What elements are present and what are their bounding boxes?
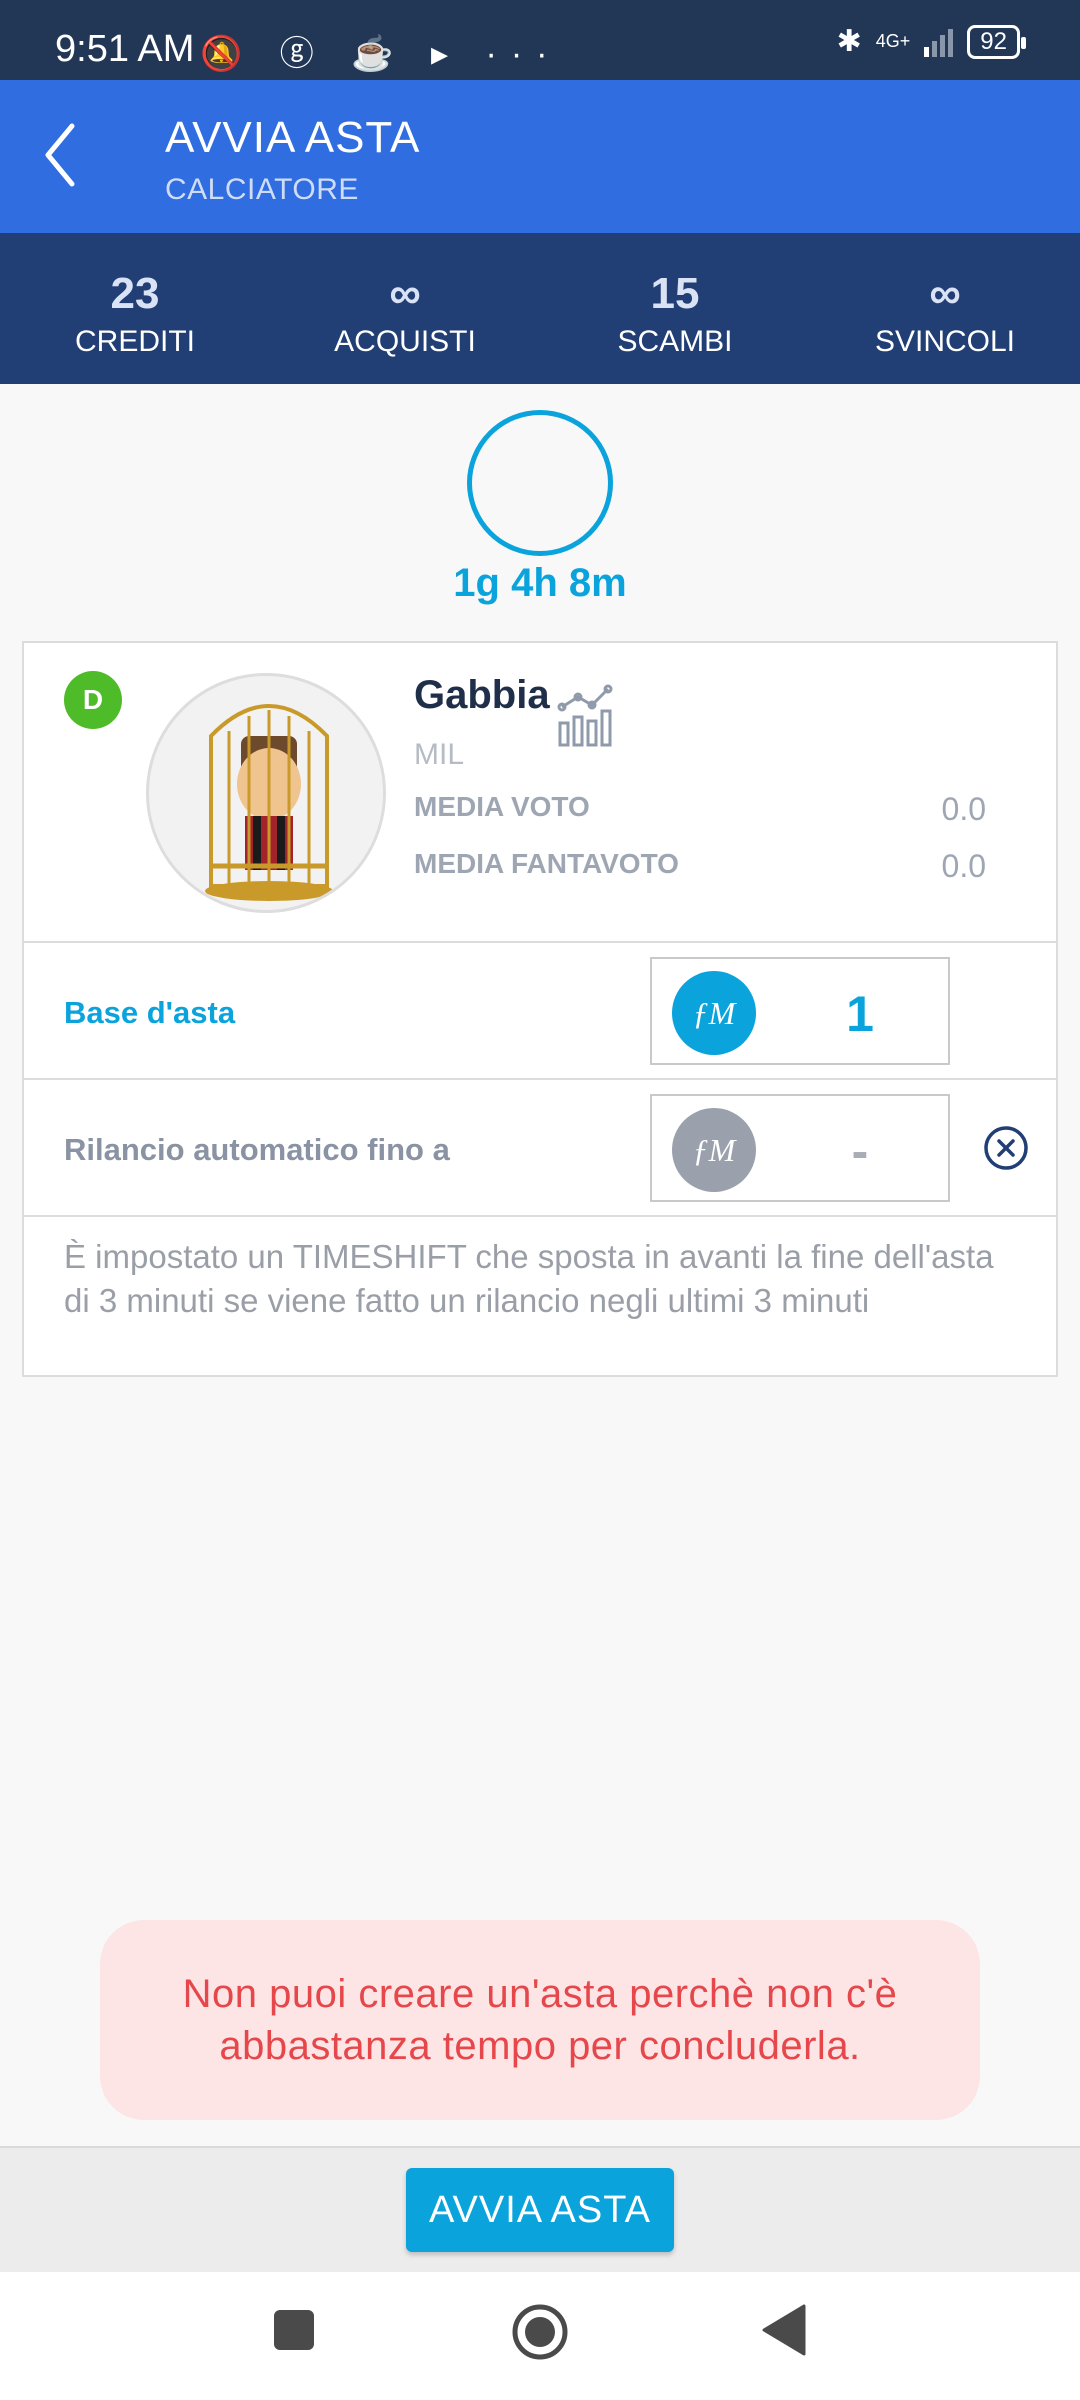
network-label: 4G+: [875, 31, 911, 51]
stat-value: ∞: [929, 269, 961, 318]
stats-bar: 23 CREDITI ∞ ACQUISTI 15 SCAMBI ∞ SVINCO…: [0, 233, 1080, 384]
system-nav-bar: [0, 2272, 1080, 2400]
player-row: D Gabbia MIL MEDIA VOTO 0.0 MEDIA FANTAV…: [24, 643, 1056, 943]
player-name: Gabbia: [414, 673, 550, 717]
stat-label: ACQUISTI: [334, 325, 476, 358]
toast-line: abbastanza tempo per concluderla.: [219, 2024, 861, 2068]
stat-acquisti: ∞ ACQUISTI: [270, 233, 540, 384]
page-title: AVVIA ASTA: [165, 113, 421, 162]
avvia-asta-button[interactable]: AVVIA ASTA: [406, 2168, 674, 2252]
rilancio-value: -: [851, 1123, 869, 1179]
media-fantavoto-value: 0.0: [941, 848, 986, 884]
signal-icon: [924, 27, 954, 57]
bottom-action-bar: AVVIA ASTA: [0, 2146, 1080, 2272]
role-badge: D: [64, 671, 122, 729]
base-asta-row: Base d'asta ƒM 1: [24, 943, 1056, 1080]
status-right: ✱ 4G+ 92: [836, 24, 1026, 59]
base-asta-label: Base d'asta: [64, 995, 236, 1030]
stat-label: SCAMBI: [617, 325, 733, 358]
status-time: 9:51 AM: [55, 28, 195, 70]
app-bar: AVVIA ASTA CALCIATORE: [0, 80, 1080, 233]
fantamoney-icon: ƒM: [672, 971, 756, 1055]
bluetooth-icon: ✱: [836, 25, 862, 58]
caged-player-illustration: [205, 704, 333, 901]
media-voto-label: MEDIA VOTO: [414, 791, 590, 822]
rilancio-row: Rilancio automatico fino a ƒM -: [24, 1080, 1056, 1217]
media-fantavoto-label: MEDIA FANTAVOTO: [414, 848, 679, 879]
stat-value: 15: [650, 269, 700, 318]
fantamoney-icon: ƒM: [672, 1108, 756, 1192]
toast-line: Non puoi creare un'asta perchè non c'è: [182, 1972, 898, 2016]
stat-scambi: 15 SCAMBI: [540, 233, 810, 384]
stat-label: CREDITI: [75, 325, 195, 358]
battery-icon: 92: [967, 24, 1026, 59]
timer-text: 1g 4h 8m: [453, 561, 627, 605]
stat-svincoli: ∞ SVINCOLI: [810, 233, 1080, 384]
media-voto-value: 0.0: [941, 791, 986, 827]
timeshift-info: È impostato un TIMESHIFT che sposta in a…: [64, 1238, 994, 1319]
stat-value: ∞: [389, 269, 421, 318]
stats-chart-icon[interactable]: [554, 683, 618, 749]
base-asta-field[interactable]: ƒM 1: [650, 957, 950, 1065]
page-subtitle: CALCIATORE: [165, 173, 359, 206]
timer-ring: [467, 410, 613, 556]
back-arrow-icon[interactable]: [38, 120, 88, 190]
stat-value: 23: [110, 269, 160, 318]
back-triangle-icon[interactable]: [760, 2304, 806, 2356]
rilancio-field[interactable]: ƒM -: [650, 1094, 950, 1202]
base-asta-value: 1: [846, 986, 874, 1042]
player-team: MIL: [414, 738, 465, 771]
notification-icons: 🔕 ⓖ ☕ ▸ ···: [200, 35, 562, 73]
clear-circle-icon[interactable]: [982, 1124, 1030, 1172]
home-circle-icon[interactable]: [510, 2302, 570, 2362]
stat-label: SVINCOLI: [874, 325, 1016, 358]
stat-crediti: 23 CREDITI: [0, 233, 270, 384]
error-toast: Non puoi creare un'asta perchè non c'è a…: [100, 1920, 980, 2120]
player-avatar: [146, 673, 386, 913]
recents-square-icon[interactable]: [272, 2308, 316, 2352]
rilancio-label: Rilancio automatico fino a: [64, 1132, 450, 1167]
auction-card: D Gabbia MIL MEDIA VOTO 0.0 MEDIA FANTAV…: [22, 641, 1058, 1377]
status-bar: 9:51 AM 🔕 ⓖ ☕ ▸ ··· ✱ 4G+ 92: [0, 0, 1080, 80]
